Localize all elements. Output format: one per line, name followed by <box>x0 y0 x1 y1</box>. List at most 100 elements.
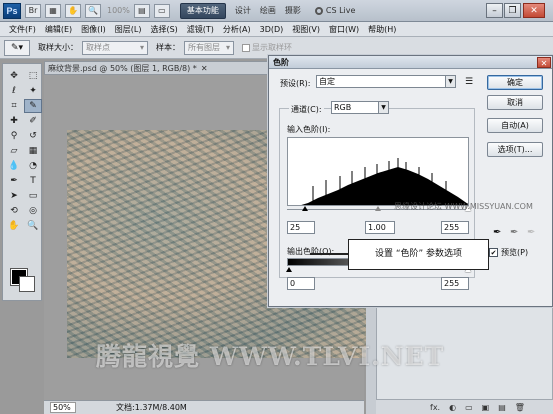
minimize-button[interactable]: – <box>486 3 503 18</box>
zoom-field[interactable]: 50% <box>50 402 76 413</box>
crop-tool-icon[interactable]: ⌗ <box>5 99 23 113</box>
input-white-field[interactable]: 255 <box>441 221 469 234</box>
channel-select[interactable]: RGB ▼ <box>331 101 389 114</box>
toolbox: ✥ ⬚ ℓ ✦ ⌗ ✎ ✚ ✐ ⚲ ↺ ▱ ▦ 💧 ◔ ✒ T ➤ ▭ ⟲ ◎ … <box>2 63 42 301</box>
adjustment-layer-icon[interactable]: ▭ <box>465 403 473 412</box>
layer-mask-icon[interactable]: ◐ <box>449 403 456 412</box>
menu-file[interactable]: 文件(F) <box>9 24 36 35</box>
menu-select[interactable]: 选择(S) <box>150 24 177 35</box>
auto-button[interactable]: 自动(A) <box>487 118 543 133</box>
menu-window[interactable]: 窗口(W) <box>329 24 359 35</box>
eraser-tool-icon[interactable]: ▱ <box>5 144 23 158</box>
workspace-painting[interactable]: 绘画 <box>260 5 276 16</box>
show-ring-checkbox[interactable]: 显示取样环 <box>242 42 292 53</box>
menu-image[interactable]: 图像(I) <box>81 24 106 35</box>
menu-help[interactable]: 帮助(H) <box>368 24 396 35</box>
input-gamma-slider[interactable] <box>375 206 381 211</box>
blur-tool-icon[interactable]: 💧 <box>5 159 23 173</box>
3d-rotate-tool-icon[interactable]: ⟲ <box>5 204 23 218</box>
application-bar: Ps Br ▦ ✋ 🔍 100% ▤ ▭ 基本功能 设计 绘画 摄影 CS Li… <box>0 0 553 22</box>
menu-filter[interactable]: 滤镜(T) <box>187 24 214 35</box>
clone-stamp-tool-icon[interactable]: ⚲ <box>5 129 23 143</box>
chevron-down-icon: ▾ <box>139 43 144 52</box>
zoom-tool-icon[interactable]: 🔍 <box>24 219 42 233</box>
document-tab[interactable]: 麻纹背景.psd @ 50% (图层 1, RGB/8) * ✕ <box>44 61 268 75</box>
annotation-callout: 设置 “色阶” 参数选项 <box>348 239 489 270</box>
layers-panel-footer: fx. ◐ ▭ ▣ ▤ 🗑 <box>376 400 553 414</box>
eyedropper-preset-icon[interactable]: ✎▾ <box>4 39 30 56</box>
cancel-button[interactable]: 取消 <box>487 95 543 110</box>
magic-wand-tool-icon[interactable]: ✦ <box>24 84 42 98</box>
black-eyedropper-icon[interactable]: ✒ <box>493 227 501 238</box>
delete-layer-icon[interactable]: 🗑 <box>515 403 525 412</box>
close-button[interactable]: ✕ <box>523 3 545 18</box>
preset-select[interactable]: 自定 ▼ <box>316 75 456 88</box>
arrange-documents-icon[interactable]: ▤ <box>133 3 150 18</box>
pen-tool-icon[interactable]: ✒ <box>5 174 23 188</box>
output-black-field[interactable]: 0 <box>287 277 315 290</box>
sample-label: 样本： <box>156 43 180 52</box>
path-selection-tool-icon[interactable]: ➤ <box>5 189 23 203</box>
zoom-level[interactable]: 100% <box>107 6 130 15</box>
white-eyedropper-icon[interactable]: ✒ <box>527 227 535 238</box>
input-black-slider[interactable] <box>302 206 308 211</box>
preset-label: 预设(R): <box>280 79 311 88</box>
menu-3d[interactable]: 3D(D) <box>260 25 284 34</box>
menu-view[interactable]: 视图(V) <box>292 24 320 35</box>
new-group-icon[interactable]: ▣ <box>482 403 490 412</box>
close-tab-icon[interactable]: ✕ <box>201 64 208 73</box>
lasso-tool-icon[interactable]: ℓ <box>5 84 23 98</box>
dodge-tool-icon[interactable]: ◔ <box>24 159 42 173</box>
workspace-design[interactable]: 设计 <box>235 5 251 16</box>
menu-layer[interactable]: 图层(L) <box>115 24 142 35</box>
menu-analysis[interactable]: 分析(A) <box>223 24 251 35</box>
gradient-tool-icon[interactable]: ▦ <box>24 144 42 158</box>
background-color-swatch[interactable] <box>19 276 35 292</box>
workspace-essentials-button[interactable]: 基本功能 <box>179 2 226 19</box>
input-black-field[interactable]: 25 <box>287 221 315 234</box>
sample-size-select[interactable]: 取样点 ▾ <box>82 40 148 55</box>
bridge-icon[interactable]: Br <box>25 3 41 18</box>
layer-style-icon[interactable]: fx. <box>430 403 440 412</box>
gray-eyedropper-icon[interactable]: ✒ <box>510 227 518 238</box>
3d-orbit-tool-icon[interactable]: ◎ <box>24 204 42 218</box>
ok-button[interactable]: 确定 <box>487 75 543 90</box>
options-button[interactable]: 选项(T)... <box>487 142 543 157</box>
cs-live[interactable]: CS Live <box>314 6 355 15</box>
output-levels-label: 输出色阶(O): <box>287 247 335 256</box>
type-tool-icon[interactable]: T <box>24 174 42 188</box>
sample-select[interactable]: 所有图层 ▾ <box>184 40 234 55</box>
history-brush-tool-icon[interactable]: ↺ <box>24 129 42 143</box>
shape-tool-icon[interactable]: ▭ <box>24 189 42 203</box>
callout-pointer <box>310 253 348 255</box>
dialog-title: 色阶 <box>269 56 552 69</box>
watermark-small: 思缘设计论坛 WWW.MISSYUAN.COM <box>394 202 533 211</box>
checkmark-icon: ✔ <box>489 248 498 257</box>
move-tool-icon[interactable]: ✥ <box>5 69 23 83</box>
screen-mode-icon[interactable]: ▭ <box>153 3 170 18</box>
preset-options-icon[interactable]: ☰ <box>465 77 473 87</box>
new-layer-icon[interactable]: ▤ <box>498 403 506 412</box>
hand-tool-icon[interactable]: ✋ <box>65 3 81 18</box>
brush-tool-icon[interactable]: ✐ <box>24 114 42 128</box>
chevron-down-icon: ▾ <box>225 43 230 52</box>
menu-edit[interactable]: 编辑(E) <box>45 24 72 35</box>
status-bar: 50% 文档:1.37M/8.40M <box>44 400 364 414</box>
zoom-tool-icon[interactable]: 🔍 <box>85 3 101 18</box>
eyedropper-tool-icon[interactable]: ✎ <box>24 99 42 113</box>
chevron-down-icon: ▼ <box>445 76 455 87</box>
marquee-tool-icon[interactable]: ⬚ <box>24 69 42 83</box>
output-black-slider[interactable] <box>286 267 292 272</box>
dialog-close-icon[interactable]: ✕ <box>537 57 551 68</box>
mini-bridge-icon[interactable]: ▦ <box>45 3 61 18</box>
preview-checkbox[interactable]: ✔ 预览(P) <box>489 247 528 258</box>
histogram <box>287 137 469 206</box>
healing-brush-tool-icon[interactable]: ✚ <box>5 114 23 128</box>
workspace-photography[interactable]: 摄影 <box>285 5 301 16</box>
output-white-field[interactable]: 255 <box>441 277 469 290</box>
restore-button[interactable]: ❐ <box>504 3 521 18</box>
checkbox-icon <box>242 43 250 52</box>
hand-tool-icon[interactable]: ✋ <box>5 219 23 233</box>
input-gamma-field[interactable]: 1.00 <box>365 221 395 234</box>
watermark-large: 腾龍視覺 WWW.TLVI.NET <box>96 342 445 371</box>
